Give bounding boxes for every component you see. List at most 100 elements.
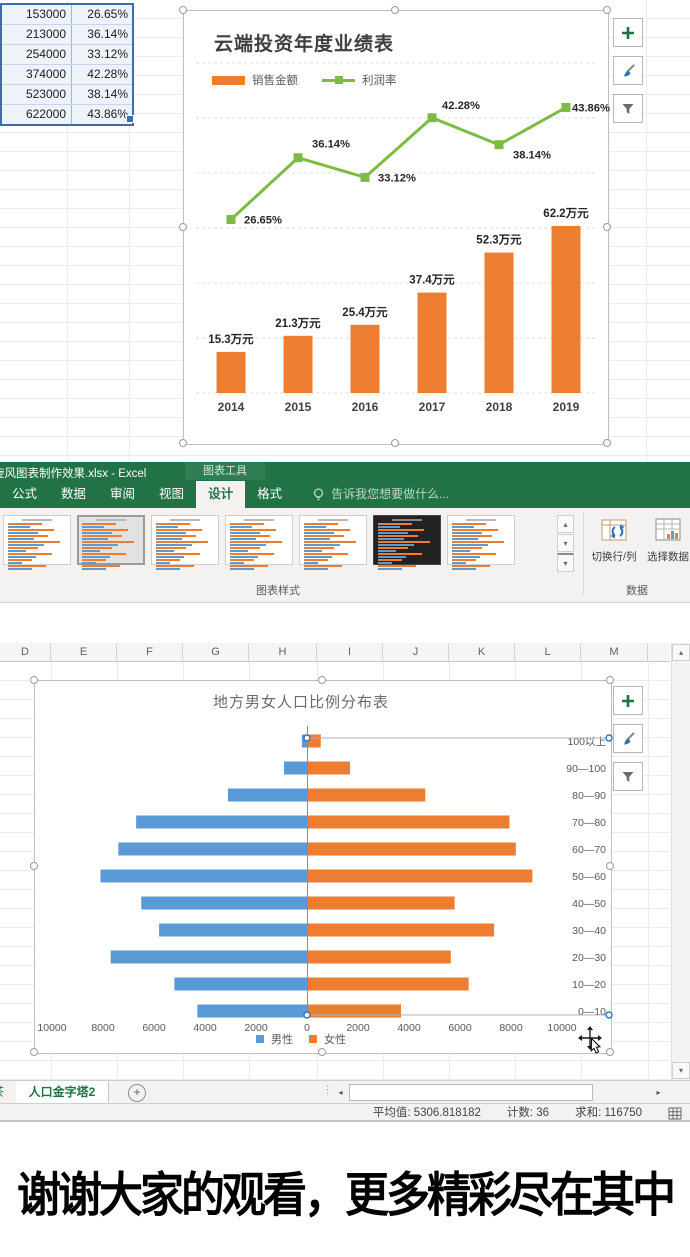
female-bar-90—100[interactable] bbox=[308, 762, 350, 775]
selection-endpoint[interactable] bbox=[606, 1012, 612, 1018]
ribbon-tab-公式[interactable]: 公式 bbox=[0, 481, 49, 508]
chart-legend[interactable]: 男性 女性 bbox=[35, 1031, 611, 1047]
female-bar-80—90[interactable] bbox=[308, 789, 425, 802]
male-bar-30—40[interactable] bbox=[159, 924, 307, 937]
female-bar-40—50[interactable] bbox=[308, 897, 455, 910]
chart-title[interactable]: 云端投资年度业绩表 bbox=[214, 29, 394, 56]
cell-amount[interactable]: 213000 bbox=[2, 25, 72, 44]
chart-style-thumbnail-2[interactable] bbox=[77, 515, 145, 565]
chart-style-thumbnail-1[interactable] bbox=[3, 515, 71, 565]
table-row[interactable]: 52300038.14% bbox=[2, 85, 132, 105]
female-bar-30—40[interactable] bbox=[308, 924, 494, 937]
column-header-G[interactable]: G bbox=[183, 643, 249, 661]
selected-range[interactable]: 15300026.65%21300036.14%25400033.12%3740… bbox=[0, 3, 134, 126]
select-data-button[interactable]: 选择数据 bbox=[644, 514, 690, 564]
legend-item-profit-rate[interactable]: 利润率 bbox=[322, 72, 397, 88]
cell-rate[interactable]: 26.65% bbox=[72, 5, 132, 24]
legend-item-female[interactable]: 女性 bbox=[309, 1031, 346, 1047]
ribbon-tab-设计[interactable]: 设计 bbox=[196, 481, 245, 508]
cell-rate[interactable]: 36.14% bbox=[72, 25, 132, 44]
column-header-D[interactable]: D bbox=[0, 643, 51, 661]
cell-rate[interactable]: 43.86% bbox=[72, 105, 132, 124]
sheet-tab-active[interactable]: 人口金字塔2 bbox=[16, 1081, 109, 1103]
switch-row-column-button[interactable]: 切换行/列 bbox=[586, 514, 642, 564]
male-bar-50—60[interactable] bbox=[100, 870, 307, 883]
female-bar-70—80[interactable] bbox=[308, 816, 509, 829]
pyramid-chart[interactable]: 地方男女人口比例分布表 100以上90—10080—9070—8060—7050… bbox=[34, 680, 612, 1054]
male-bar-0—10[interactable] bbox=[197, 1005, 307, 1018]
male-bar-90—100[interactable] bbox=[284, 762, 307, 775]
tab-splitter-dots-icon[interactable]: ⋮ bbox=[322, 1083, 333, 1096]
female-bar-0—10[interactable] bbox=[308, 1005, 401, 1018]
female-bar-60—70[interactable] bbox=[308, 843, 516, 856]
new-sheet-button[interactable]: + bbox=[128, 1084, 146, 1102]
selection-endpoint[interactable] bbox=[606, 735, 612, 741]
table-row[interactable]: 25400033.12% bbox=[2, 45, 132, 65]
normal-view-grid-icon[interactable] bbox=[668, 1107, 682, 1120]
bar-2016[interactable] bbox=[351, 325, 380, 393]
cell-amount[interactable]: 374000 bbox=[2, 65, 72, 84]
line-marker[interactable] bbox=[495, 140, 504, 149]
ribbon-tab-格式[interactable]: 格式 bbox=[245, 481, 294, 508]
cell-amount[interactable]: 254000 bbox=[2, 45, 72, 64]
male-bar-70—80[interactable] bbox=[136, 816, 307, 829]
table-row[interactable]: 62200043.86% bbox=[2, 105, 132, 124]
fill-handle[interactable] bbox=[126, 115, 134, 123]
table-row[interactable]: 15300026.65% bbox=[2, 5, 132, 25]
column-header-M[interactable]: M bbox=[581, 643, 648, 661]
chart-style-thumbnail-6[interactable] bbox=[373, 515, 441, 565]
gallery-scroll-up-icon[interactable]: ▴ bbox=[557, 515, 574, 533]
scroll-up-icon[interactable]: ▴ bbox=[672, 644, 690, 661]
male-bar-80—90[interactable] bbox=[228, 789, 307, 802]
selection-endpoint[interactable] bbox=[304, 1012, 310, 1018]
sheet-tab-partial[interactable]: 茶 bbox=[0, 1081, 17, 1103]
female-bar-20—30[interactable] bbox=[308, 951, 451, 964]
line-marker[interactable] bbox=[294, 153, 303, 162]
legend-item-sales[interactable]: 销售金额 bbox=[212, 72, 298, 88]
male-bar-40—50[interactable] bbox=[141, 897, 307, 910]
scroll-left-icon[interactable]: ◂ bbox=[334, 1084, 347, 1100]
chart-filters-funnel-button[interactable] bbox=[613, 762, 643, 791]
cell-rate[interactable]: 33.12% bbox=[72, 45, 132, 64]
column-header-K[interactable]: K bbox=[449, 643, 515, 661]
line-marker[interactable] bbox=[227, 215, 236, 224]
ribbon-tab-数据[interactable]: 数据 bbox=[49, 481, 98, 508]
male-bar-60—70[interactable] bbox=[118, 843, 307, 856]
combo-chart[interactable]: 云端投资年度业绩表 销售金额 利润率 15.3万元201421.3万元20152… bbox=[183, 10, 609, 445]
chart-title[interactable]: 地方男女人口比例分布表 bbox=[35, 691, 611, 712]
ribbon-tab-视图[interactable]: 视图 bbox=[147, 481, 196, 508]
cell-amount[interactable]: 622000 bbox=[2, 105, 72, 124]
scroll-right-icon[interactable]: ▸ bbox=[652, 1084, 665, 1100]
profit-rate-line[interactable] bbox=[231, 107, 566, 219]
female-bar-50—60[interactable] bbox=[308, 870, 532, 883]
cell-rate[interactable]: 38.14% bbox=[72, 85, 132, 104]
column-header-E[interactable]: E bbox=[51, 643, 117, 661]
bar-2017[interactable] bbox=[418, 293, 447, 393]
male-bar-10—20[interactable] bbox=[174, 978, 307, 991]
column-header-J[interactable]: J bbox=[383, 643, 449, 661]
chart-styles-brush-button[interactable] bbox=[613, 56, 643, 85]
line-marker[interactable] bbox=[428, 113, 437, 122]
cell-rate[interactable]: 42.28% bbox=[72, 65, 132, 84]
line-marker[interactable] bbox=[562, 103, 571, 112]
bar-2015[interactable] bbox=[284, 336, 313, 393]
chart-style-thumbnail-5[interactable] bbox=[299, 515, 367, 565]
chart-styles-brush-button[interactable] bbox=[613, 724, 643, 753]
line-marker[interactable] bbox=[361, 173, 370, 182]
chart-style-thumbnail-4[interactable] bbox=[225, 515, 293, 565]
pyramid-chart-plot[interactable]: 100以上90—10080—9070—8060—7050—6040—5030—4… bbox=[35, 681, 611, 1053]
chart-filters-funnel-button[interactable] bbox=[613, 94, 643, 123]
male-bar-20—30[interactable] bbox=[111, 951, 307, 964]
column-header-L[interactable]: L bbox=[515, 643, 581, 661]
chart-legend[interactable]: 销售金额 利润率 bbox=[212, 72, 397, 88]
table-row[interactable]: 21300036.14% bbox=[2, 25, 132, 45]
ribbon-tab-审阅[interactable]: 审阅 bbox=[98, 481, 147, 508]
gallery-scroll-down-icon[interactable]: ▾ bbox=[557, 534, 574, 552]
bar-2019[interactable] bbox=[552, 226, 581, 393]
add-chart-element-button[interactable] bbox=[613, 686, 643, 715]
scroll-down-icon[interactable]: ▾ bbox=[672, 1062, 690, 1079]
bar-2018[interactable] bbox=[485, 253, 514, 393]
bar-2014[interactable] bbox=[217, 352, 246, 393]
add-chart-element-button[interactable] bbox=[613, 18, 643, 47]
legend-item-male[interactable]: 男性 bbox=[256, 1031, 293, 1047]
